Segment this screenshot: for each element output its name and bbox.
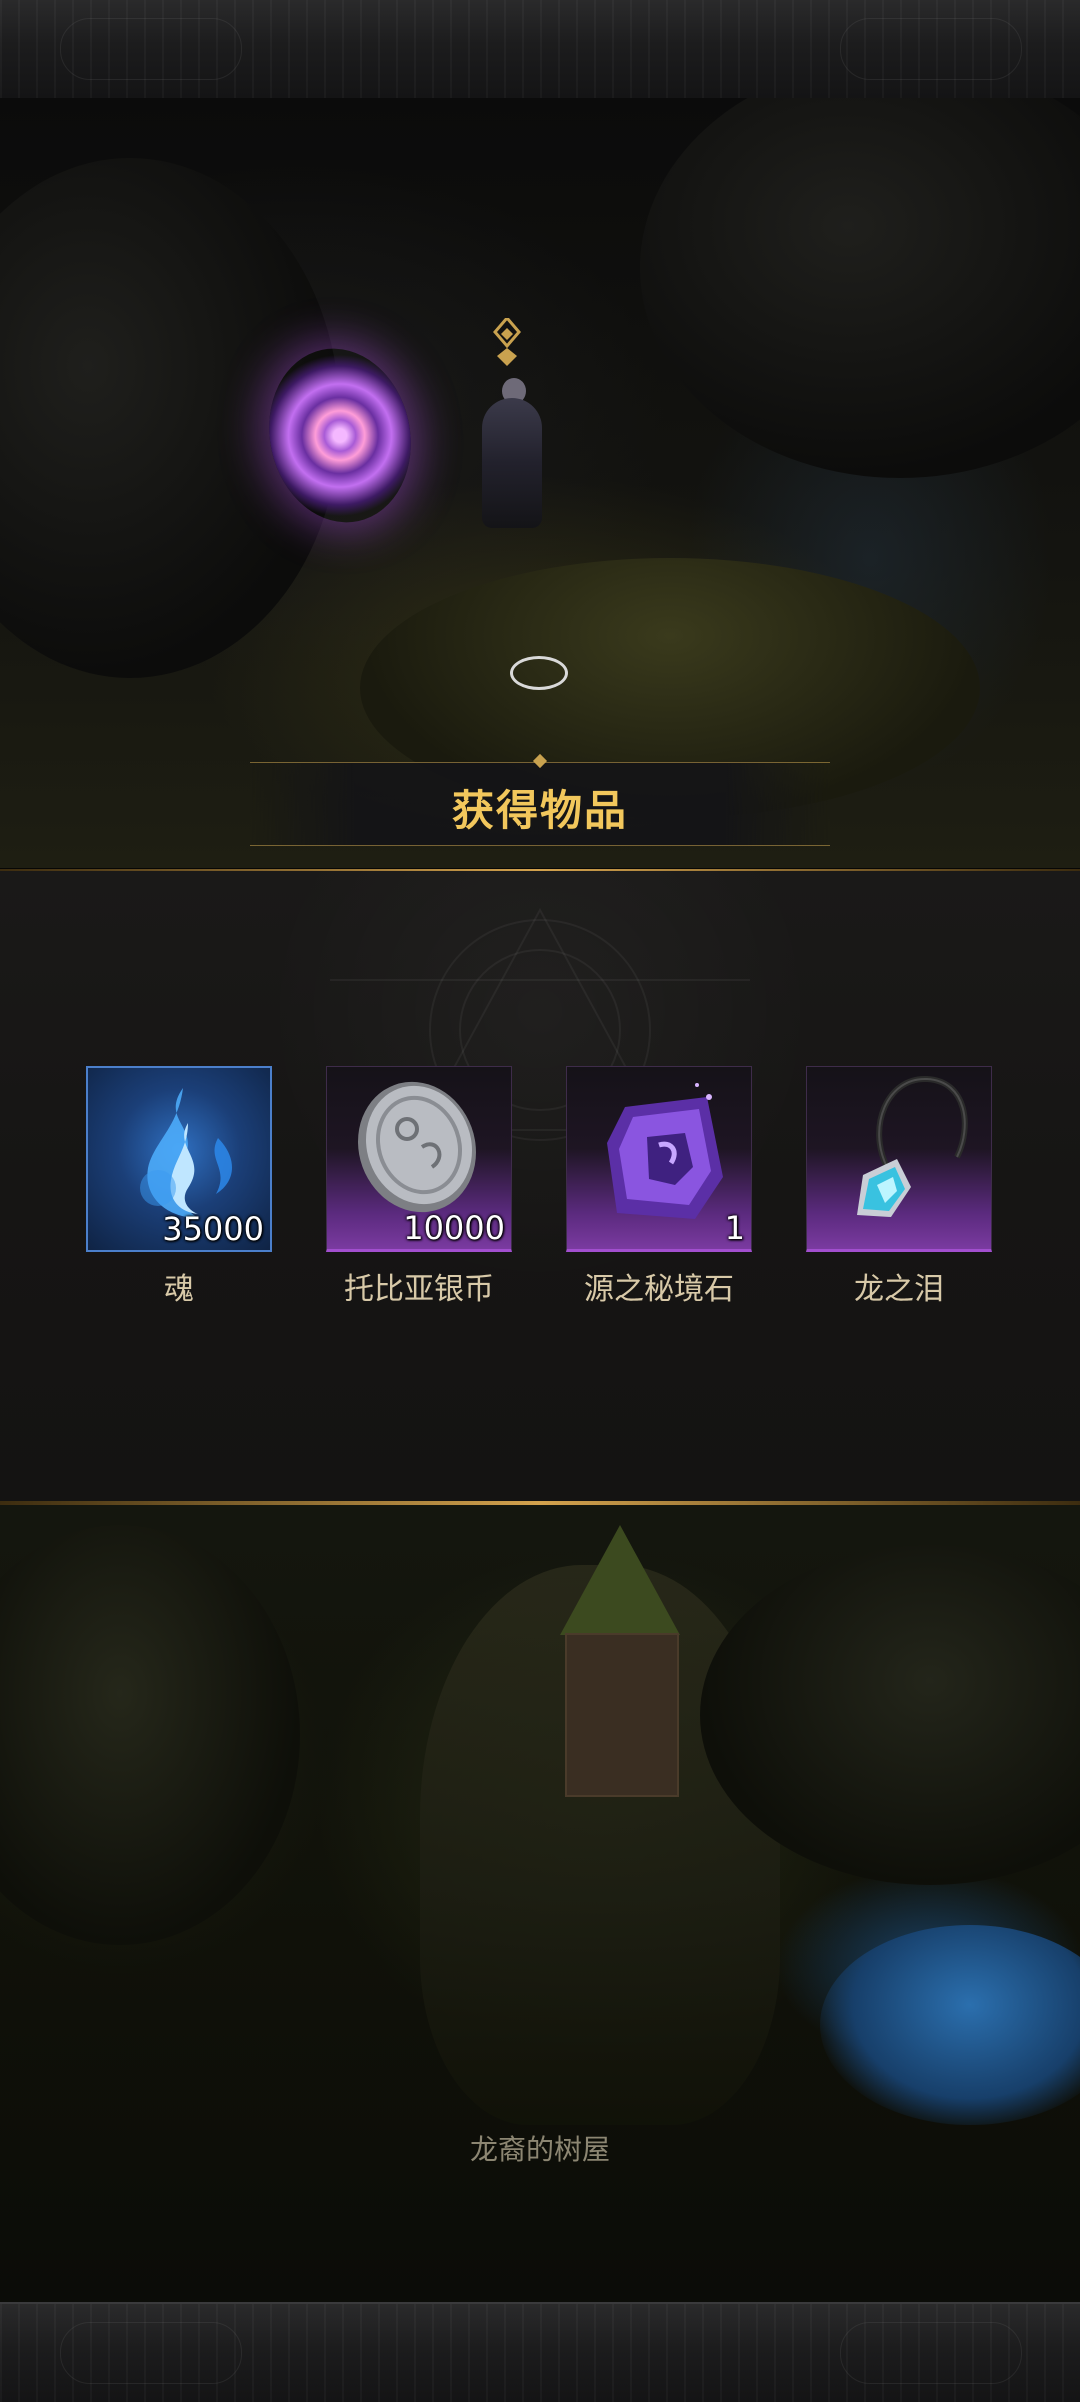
reward-title-banner: 获得物品 — [250, 762, 830, 846]
frame-ornament — [60, 2322, 242, 2384]
frame-ornament — [60, 18, 242, 80]
reward-item[interactable]: 35000 魂 — [86, 1066, 272, 1308]
frame-ornament — [840, 2322, 1022, 2384]
reward-item[interactable]: 10000 托比亚银币 — [326, 1066, 512, 1308]
item-count: 10000 — [403, 1209, 505, 1247]
quest-marker-icon — [493, 318, 521, 366]
cave-rock — [640, 98, 1080, 478]
frame-ornament — [840, 18, 1022, 80]
game-scene-cave — [0, 98, 1080, 868]
item-name: 龙之泪 — [854, 1272, 944, 1307]
item-name: 魂 — [164, 1272, 194, 1307]
hero-character[interactable] — [482, 398, 542, 528]
item-slot[interactable]: 1 — [566, 1066, 752, 1252]
item-count: 35000 — [162, 1210, 264, 1248]
reward-title: 获得物品 — [451, 786, 628, 835]
reward-item[interactable]: 龙之泪 — [806, 1066, 992, 1308]
hero-selection-ring — [510, 656, 568, 690]
dragon-tear-pendant-icon — [857, 1075, 968, 1217]
location-name: 龙裔的树屋 — [470, 2133, 611, 2166]
top-frame-bar — [0, 0, 1080, 100]
reward-item-grid: 35000 魂 10000 托比亚银币 1 源之秘境石 龙之泪 — [86, 1066, 994, 1308]
game-scene-treehouse — [0, 1505, 1080, 2302]
item-slot[interactable]: 10000 — [326, 1066, 512, 1252]
tree-roots — [0, 1525, 300, 1945]
item-name: 源之秘境石 — [584, 1272, 734, 1307]
water-pool — [820, 1925, 1080, 2125]
bottom-frame-bar — [0, 2302, 1080, 2402]
item-slot[interactable]: 35000 — [86, 1066, 272, 1252]
treehouse[interactable] — [565, 1633, 679, 1797]
treehouse-roof — [560, 1525, 680, 1635]
item-count: 1 — [724, 1209, 745, 1247]
reward-item[interactable]: 1 源之秘境石 — [566, 1066, 752, 1308]
item-slot[interactable] — [806, 1066, 992, 1252]
item-name: 托比亚银币 — [344, 1272, 494, 1307]
